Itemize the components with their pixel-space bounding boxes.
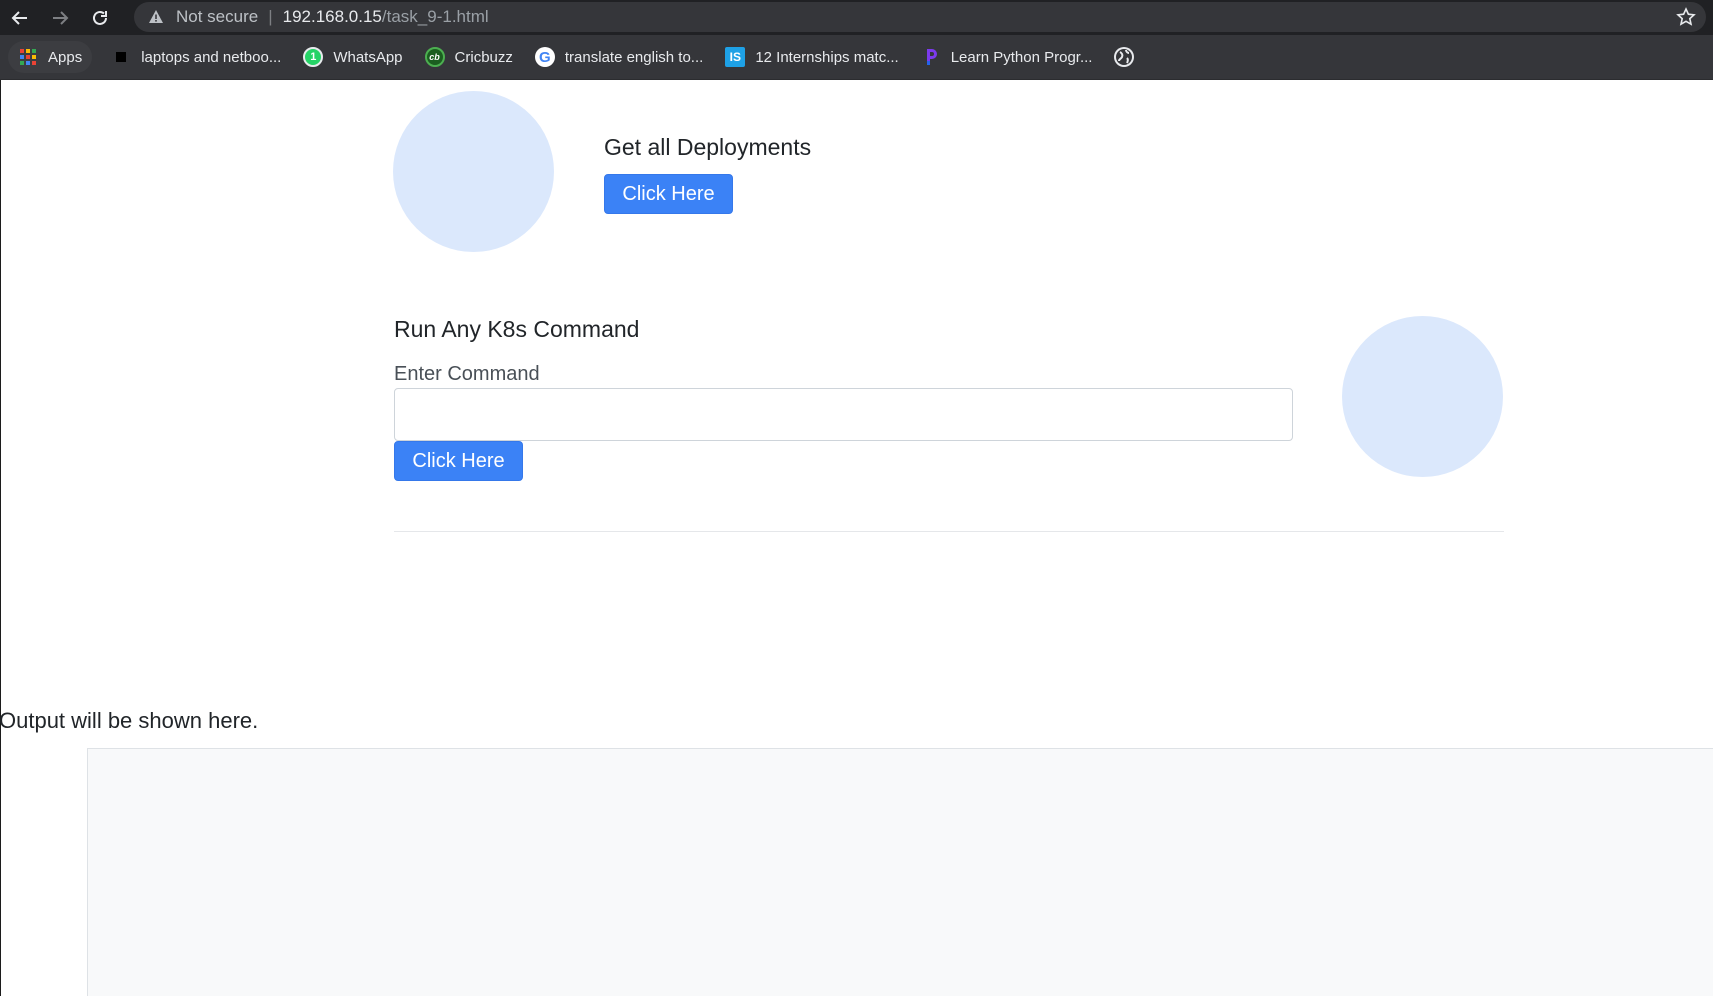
bookmark-internships[interactable]: IS 12 Internships matc...: [714, 41, 909, 73]
deployments-avatar: [393, 91, 554, 252]
learn-python-icon: [921, 47, 941, 67]
bookmark-label: Apps: [48, 48, 83, 66]
cricbuzz-icon: cb: [424, 47, 445, 67]
bookmark-label: laptops and netboo...: [141, 48, 282, 66]
security-label[interactable]: Not secure: [176, 7, 258, 27]
bookmark-laptops[interactable]: laptops and netboo...: [100, 41, 292, 73]
bookmark-apps[interactable]: Apps: [8, 41, 93, 73]
k8s-command-title: Run Any K8s Command: [394, 316, 640, 342]
k8s-avatar: [1342, 316, 1503, 477]
page-content: Get all Deployments Click Here Run Any K…: [0, 80, 1713, 996]
output-label: Output will be shown here.: [0, 708, 259, 733]
run-command-button[interactable]: Click Here: [394, 441, 523, 481]
globe-icon: [1114, 47, 1135, 67]
section-divider: [394, 531, 1504, 532]
google-icon: G: [534, 47, 555, 67]
reload-button[interactable]: [80, 0, 120, 35]
bookmark-label: Learn Python Progr...: [950, 48, 1093, 66]
address-bar[interactable]: Not secure | 192.168.0.15/task_9-1.html: [134, 2, 1706, 32]
bookmark-cricbuzz[interactable]: cb Cricbuzz: [414, 41, 524, 73]
internshala-icon: IS: [725, 47, 746, 67]
command-input-label: Enter Command: [394, 363, 540, 385]
bookmark-label: 12 Internships matc...: [755, 48, 899, 66]
forward-button[interactable]: [40, 0, 80, 35]
bookmark-learn-python[interactable]: Learn Python Progr...: [910, 41, 1104, 73]
arrow-left-icon: [11, 10, 27, 25]
bookmark-label: WhatsApp: [333, 48, 403, 66]
bookmark-label: Cricbuzz: [454, 48, 513, 66]
bookmark-translate[interactable]: G translate english to...: [524, 41, 714, 73]
url-path: /task_9-1.html: [381, 7, 489, 26]
bookmark-whatsapp[interactable]: 1 WhatsApp: [292, 41, 413, 73]
browser-toolbar: Not secure | 192.168.0.15/task_9-1.html: [0, 0, 1713, 35]
black-square-icon: [111, 47, 131, 67]
bookmark-globe[interactable]: [1103, 41, 1155, 73]
back-button[interactable]: [0, 0, 40, 35]
url-separator: |: [268, 7, 273, 26]
apps-grid-icon: [18, 47, 38, 67]
bookmark-star-icon[interactable]: [1676, 7, 1696, 27]
bookmarks-bar: Apps laptops and netboo... 1 WhatsApp cb…: [0, 35, 1713, 80]
warning-icon: [148, 9, 164, 25]
url-host: 192.168.0.15: [282, 7, 382, 26]
arrow-right-icon: [53, 10, 69, 25]
reload-icon: [93, 10, 107, 25]
whatsapp-icon: 1: [303, 47, 324, 67]
deployments-title: Get all Deployments: [604, 134, 812, 160]
bookmark-label: translate english to...: [564, 48, 704, 66]
output-panel: [87, 748, 1713, 996]
command-input[interactable]: [394, 388, 1293, 441]
get-deployments-button[interactable]: Click Here: [604, 174, 733, 214]
